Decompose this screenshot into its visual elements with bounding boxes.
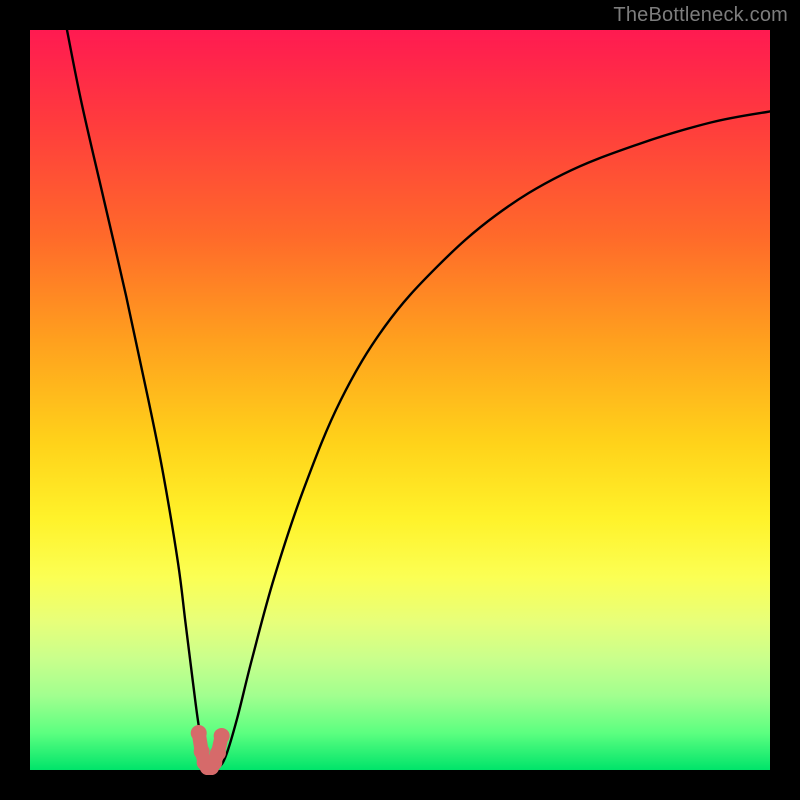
watermark-text: TheBottleneck.com xyxy=(613,4,788,27)
chart-svg xyxy=(30,30,770,770)
bottleneck-curve xyxy=(67,30,770,769)
chart-frame: TheBottleneck.com xyxy=(0,0,800,800)
valley-marker-u xyxy=(199,733,222,767)
chart-plot-area xyxy=(30,30,770,770)
